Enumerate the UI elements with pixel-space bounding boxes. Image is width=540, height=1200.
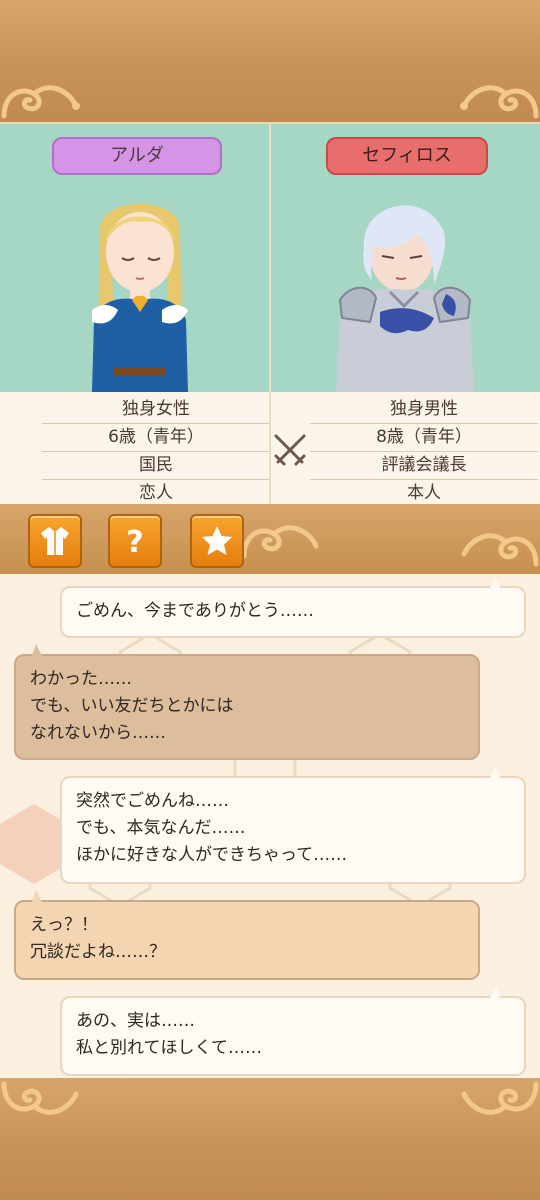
right-info-age: 8歳（青年） (310, 424, 538, 452)
chat-message-1-tail (490, 576, 500, 588)
ornament-left-bottom (0, 1078, 80, 1124)
chat-message-3: 突然でごめんね…… でも、本気なんだ…… ほかに好きな人ができちゃって…… (60, 776, 526, 884)
right-info-list: 独身男性 8歳（青年） 評議会議長 本人 (310, 396, 538, 508)
left-info-age: 6歳（青年） (42, 424, 270, 452)
ornament-left-top (0, 76, 80, 122)
right-info-role: 評議会議長 (310, 452, 538, 480)
chat-message-1-line-1: ごめん、今までありがとう…… (76, 601, 314, 621)
bottom-wood-bar (0, 1078, 540, 1200)
ornament-toolbar-mid (240, 516, 320, 562)
outfit-button[interactable] (28, 514, 82, 568)
ornament-right-top (460, 76, 540, 122)
chat-message-4: えっ？！ 冗談だよね……？ (14, 900, 480, 980)
chat-message-4-line-1: えっ？！ (30, 915, 98, 935)
chat-message-5-line-1: あの、実は…… (76, 1011, 195, 1031)
chat-message-2-line-1: わかった…… (30, 669, 132, 689)
chat-message-3-line-3: ほかに好きな人ができちゃって…… (76, 845, 348, 865)
crossed-swords-icon (270, 430, 310, 470)
chat-message-2-line-2: でも、いい友だちとかには (30, 696, 234, 716)
chat-message-3-line-2: でも、本気なんだ…… (76, 818, 246, 838)
chat-message-2: わかった…… でも、いい友だちとかには なれないから…… (14, 654, 480, 760)
chat-message-5-line-2: 私と別れてほしくて…… (76, 1038, 262, 1058)
chat-message-3-tail (490, 766, 500, 778)
star-icon (202, 526, 232, 555)
ornament-right-bottom (460, 1078, 540, 1124)
chat-message-5-tail (490, 986, 500, 998)
svg-text:?: ? (126, 525, 143, 558)
left-info-role: 国民 (42, 452, 270, 480)
top-wood-bar (0, 0, 540, 122)
chat-message-1: ごめん、今までありがとう…… (60, 586, 526, 638)
right-character-avatar (330, 188, 480, 392)
chat-message-2-line-3: なれないから…… (30, 723, 166, 743)
chat-message-5: あの、実は…… 私と別れてほしくて…… (60, 996, 526, 1076)
left-info-status: 独身女性 (42, 396, 270, 424)
left-character-avatar (70, 190, 210, 392)
right-character-name: セフィロス (326, 137, 488, 175)
chat-message-4-line-2: 冗談だよね……？ (30, 942, 166, 962)
right-info-status: 独身男性 (310, 396, 538, 424)
favorite-button[interactable] (190, 514, 244, 568)
left-info-list: 独身女性 6歳（青年） 国民 恋人 (42, 396, 270, 508)
outfit-icon (41, 527, 69, 555)
chat-message-4-tail (32, 890, 42, 902)
question-icon: ? (126, 525, 143, 558)
help-button[interactable]: ? (108, 514, 162, 568)
chat-message-2-tail (32, 644, 42, 656)
conversation-area[interactable]: ごめん、今までありがとう…… わかった…… でも、いい友だちとかには なれないか… (0, 574, 540, 1078)
chat-message-3-line-1: 突然でごめんね…… (76, 791, 229, 811)
left-character-name: アルダ (52, 137, 222, 175)
ornament-toolbar-right (460, 524, 540, 570)
